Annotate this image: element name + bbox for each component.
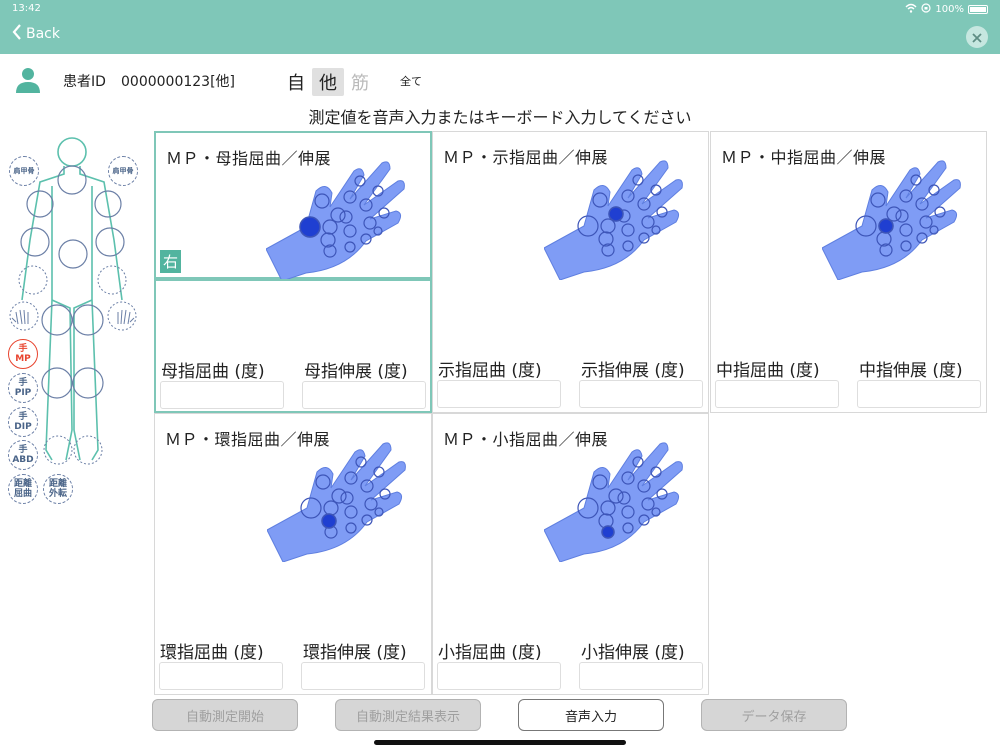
nav-distance-abduction[interactable]: 距離 外転 xyxy=(43,474,73,504)
index-extension-input[interactable] xyxy=(579,380,703,408)
save-data-button[interactable]: データ保存 xyxy=(701,699,847,731)
chevron-left-icon xyxy=(12,24,22,44)
body-figure xyxy=(9,137,137,465)
nav-hand-pip-line2: PIP xyxy=(14,388,32,398)
nav-shoulder-left-label: 肩甲骨 xyxy=(13,167,35,175)
nav-hand-abd-line2: ABD xyxy=(12,455,34,465)
index-extension-label: 示指伸展 (度) xyxy=(581,361,685,381)
nav-hand-dip[interactable]: 手 DIP xyxy=(8,407,38,437)
nav-hand-abd[interactable]: 手 ABD xyxy=(8,440,38,470)
back-button[interactable]: Back xyxy=(12,24,60,44)
little-flexion-input[interactable] xyxy=(437,662,561,690)
hand-icon xyxy=(544,442,684,562)
nav-hand-mp-line1: 手 xyxy=(18,344,28,354)
nav-shoulder-right[interactable]: 肩甲骨 xyxy=(108,156,138,186)
card-mp-middle[interactable]: ＭＰ・中指屈曲／伸展 中指屈曲 (度) 中指伸展 (度) xyxy=(710,131,987,413)
lock-rotation-icon xyxy=(921,3,932,16)
close-icon xyxy=(972,28,982,47)
top-bar: 13:42 100% Back xyxy=(0,0,1000,54)
ring-flexion-input[interactable] xyxy=(159,662,283,690)
home-indicator xyxy=(374,740,626,745)
thumb-flexion-label: 母指屈曲 (度) xyxy=(161,362,265,382)
nav-shoulder-left[interactable]: 肩甲骨 xyxy=(9,156,39,186)
middle-extension-input[interactable] xyxy=(857,380,981,408)
measurement-grid: ＭＰ・母指屈曲／伸展 右 母指屈曲 (度) 母指伸展 (度) ＭＰ・示指屈曲／伸… xyxy=(154,131,988,695)
nav-hand-mp-line2: MP xyxy=(15,354,31,364)
battery-icon xyxy=(968,5,988,14)
voice-input-button[interactable]: 音声入力 xyxy=(518,699,664,731)
wifi-icon xyxy=(905,3,917,16)
status-time: 13:42 xyxy=(12,3,41,14)
card-mp-thumb-inputs: 母指屈曲 (度) 母指伸展 (度) xyxy=(154,279,432,413)
close-button[interactable] xyxy=(966,26,988,48)
ring-extension-label: 環指伸展 (度) xyxy=(303,643,407,663)
little-extension-label: 小指伸展 (度) xyxy=(581,643,685,663)
battery-percent: 100% xyxy=(935,4,964,15)
nav-hand-dip-line2: DIP xyxy=(14,422,32,432)
nav-hand-abd-line1: 手 xyxy=(18,445,28,455)
app-root: 13:42 100% Back 患者ID 0000000123[他] 自 他 筋… xyxy=(0,0,1000,750)
card-mp-index[interactable]: ＭＰ・示指屈曲／伸展 示指屈曲 (度) 示指伸展 (度) xyxy=(432,131,709,413)
middle-flexion-input[interactable] xyxy=(715,380,839,408)
little-flexion-label: 小指屈曲 (度) xyxy=(438,643,542,663)
nav-distance-abduction-line1: 距離 xyxy=(48,479,67,489)
thumb-flexion-input[interactable] xyxy=(160,381,284,409)
all-toggle[interactable]: 全て xyxy=(400,73,422,89)
ring-flexion-label: 環指屈曲 (度) xyxy=(160,643,264,663)
mode-muscle[interactable]: 筋 xyxy=(344,68,376,96)
ring-extension-input[interactable] xyxy=(301,662,425,690)
hand-icon xyxy=(266,161,405,281)
mode-selector: 自 他 筋 xyxy=(280,68,376,96)
index-flexion-label: 示指屈曲 (度) xyxy=(438,361,542,381)
card-mp-thumb[interactable]: ＭＰ・母指屈曲／伸展 右 xyxy=(154,131,432,281)
instruction-text: 測定値を音声入力またはキーボード入力してください xyxy=(308,108,692,127)
card-mp-ring[interactable]: ＭＰ・環指屈曲／伸展 環指屈曲 (度) 環指伸展 (度) xyxy=(154,413,432,695)
patient-id-label: 患者ID xyxy=(63,74,106,90)
status-icons: 100% xyxy=(905,3,988,16)
person-icon xyxy=(14,66,42,98)
hand-icon xyxy=(267,442,406,562)
thumb-extension-label: 母指伸展 (度) xyxy=(304,362,408,382)
middle-extension-label: 中指伸展 (度) xyxy=(859,361,963,381)
thumb-extension-input[interactable] xyxy=(302,381,426,409)
nav-hand-pip-line1: 手 xyxy=(18,378,28,388)
little-extension-input[interactable] xyxy=(579,662,703,690)
hand-icon xyxy=(544,160,684,280)
body-panel: 肩甲骨 肩甲骨 手 MP 手 PIP 手 DIP 手 ABD 距離 屈曲 距離 … xyxy=(0,130,145,530)
nav-distance-flex[interactable]: 距離 屈曲 xyxy=(8,474,38,504)
mode-self[interactable]: 自 xyxy=(280,68,312,96)
nav-hand-mp[interactable]: 手 MP xyxy=(8,339,38,369)
middle-flexion-label: 中指屈曲 (度) xyxy=(716,361,820,381)
auto-measure-start-button[interactable]: 自動測定開始 xyxy=(152,699,298,731)
auto-measure-result-button[interactable]: 自動測定結果表示 xyxy=(335,699,481,731)
back-label: Back xyxy=(26,26,60,42)
nav-distance-flex-line2: 屈曲 xyxy=(13,489,32,499)
card-mp-little[interactable]: ＭＰ・小指屈曲／伸展 小指屈曲 (度) 小指伸展 (度) xyxy=(432,413,709,695)
mode-other[interactable]: 他 xyxy=(312,68,344,96)
nav-hand-dip-line1: 手 xyxy=(18,412,28,422)
side-badge: 右 xyxy=(160,250,182,273)
hand-icon xyxy=(822,160,962,280)
nav-shoulder-right-label: 肩甲骨 xyxy=(112,167,134,175)
nav-distance-abduction-line2: 外転 xyxy=(48,489,67,499)
nav-hand-pip[interactable]: 手 PIP xyxy=(8,373,38,403)
index-flexion-input[interactable] xyxy=(437,380,561,408)
nav-distance-flex-line1: 距離 xyxy=(13,479,32,489)
patient-id-value: 0000000123[他] xyxy=(121,74,235,90)
